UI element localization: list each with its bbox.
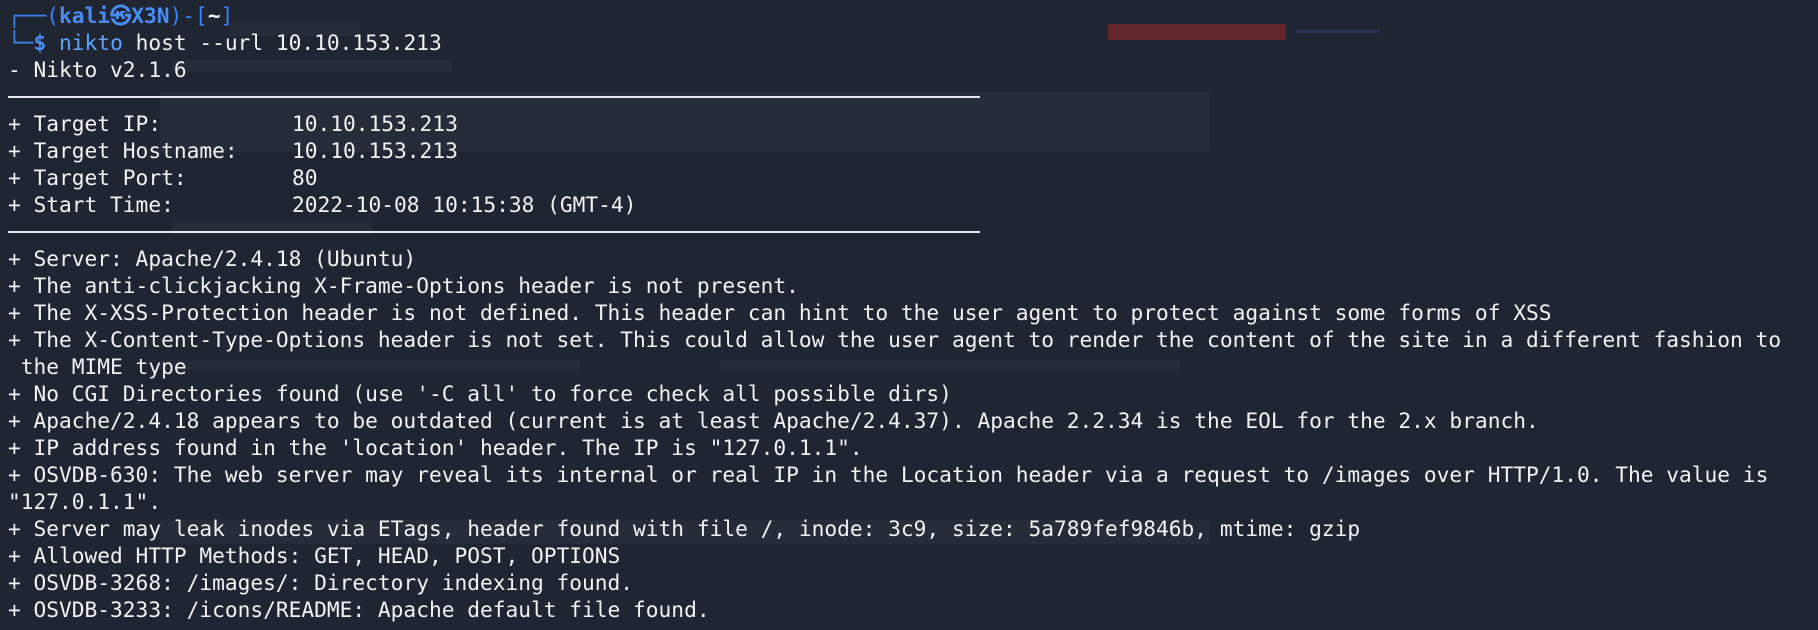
finding-line: + The anti-clickjacking X-Frame-Options … (8, 273, 799, 298)
target-info-value: 10.10.153.213 (292, 138, 458, 163)
target-info-row: + Target Hostname: 10.10.153.213 (8, 137, 1818, 164)
finding-line: + Server may leak inodes via ETags, head… (8, 516, 1361, 541)
finding-line: + Server: Apache/2.4.18 (Ubuntu) (8, 246, 417, 271)
terminal-window[interactable]: ┌──(kali㉿X3N)-[~] └─$ nikto host --url 1… (0, 0, 1818, 630)
prompt-frame-bottom: └─ (8, 30, 34, 55)
prompt-directory: ~ (207, 3, 221, 28)
target-info-row: + Start Time: 2022-10-08 10:15:38 (GMT-4) (8, 191, 1818, 218)
prompt-line-command[interactable]: └─$ nikto host --url 10.10.153.213 (8, 29, 1818, 56)
target-info-value: 10.10.153.213 (292, 111, 458, 136)
prompt-frame-top: ┌──( (8, 3, 60, 28)
kali-skull-icon: ㉿ (110, 3, 132, 28)
prompt-line-top: ┌──(kali㉿X3N)-[~] (8, 2, 1818, 29)
prompt-frame-end: ] (220, 3, 234, 28)
target-info-value: 2022-10-08 10:15:38 (GMT-4) (292, 192, 637, 217)
finding-line-continuation: the MIME type (8, 354, 187, 379)
finding-line: + The X-Content-Type-Options header is n… (8, 327, 1782, 352)
terminal-output: ┌──(kali㉿X3N)-[~] └─$ nikto host --url 1… (8, 2, 1818, 623)
separator-rule-top (8, 83, 1818, 110)
target-info-value: 80 (292, 165, 318, 190)
prompt-dollar: $ (33, 30, 47, 55)
separator-rule-bottom (8, 218, 1818, 245)
target-info-row: + Target IP: 10.10.153.213 (8, 110, 1818, 137)
target-info-key: + Start Time: (8, 192, 174, 217)
target-info-row: + Target Port: 80 (8, 164, 1818, 191)
finding-line: + OSVDB-3233: /icons/README: Apache defa… (8, 597, 710, 622)
finding-line: + OSVDB-630: The web server may reveal i… (8, 462, 1769, 487)
nikto-banner: - Nikto v2.1.6 (8, 57, 187, 82)
finding-line: + Apache/2.4.18 appears to be outdated (… (8, 408, 1539, 433)
prompt-frame-mid: )-[ (169, 3, 208, 28)
finding-line-continuation: "127.0.1.1". (8, 489, 162, 514)
finding-line: + The X-XSS-Protection header is not def… (8, 300, 1552, 325)
finding-line: + IP address found in the 'location' hea… (8, 435, 863, 460)
command-arguments: host --url 10.10.153.213 (122, 30, 442, 55)
finding-line: + OSVDB-3268: /images/: Directory indexi… (8, 570, 634, 595)
command-name: nikto (59, 30, 123, 55)
prompt-user: kali (59, 3, 111, 28)
prompt-host: X3N (131, 3, 170, 28)
target-info-key: + Target Port: (8, 165, 187, 190)
target-info-key: + Target IP: (8, 111, 162, 136)
target-info-key: + Target Hostname: (8, 138, 238, 163)
finding-line: + Allowed HTTP Methods: GET, HEAD, POST,… (8, 543, 621, 568)
finding-line: + No CGI Directories found (use '-C all'… (8, 381, 952, 406)
